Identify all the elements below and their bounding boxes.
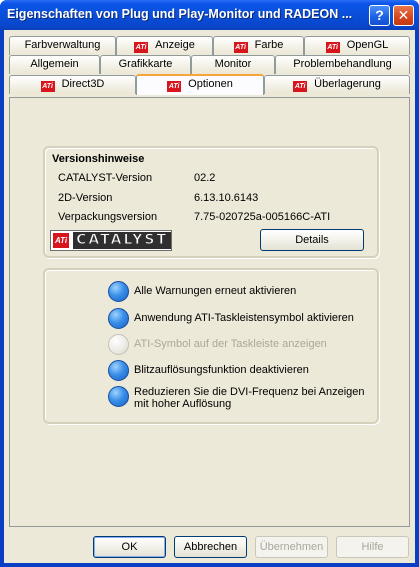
- catalyst-wordmark: CATALYST: [73, 232, 171, 249]
- tab-label: Farbverwaltung: [24, 39, 101, 51]
- tab-anzeige[interactable]: ATi Anzeige: [116, 36, 213, 55]
- dialog-client-area: Farbverwaltung ATi Anzeige ATi Farbe ATi Op…: [4, 30, 415, 563]
- blue-orb-icon[interactable]: [108, 281, 129, 302]
- cancel-button[interactable]: Abbrechen: [174, 536, 247, 558]
- tab-allgemein[interactable]: Allgemein: [9, 55, 100, 74]
- options-tab-panel: Versionshinweise CATALYST-Version 02.2 2…: [9, 97, 410, 527]
- tab-label: Optionen: [188, 78, 233, 90]
- option-label: Blitzauflösungsfunktion deaktivieren: [134, 364, 309, 376]
- tab-farbverwaltung[interactable]: Farbverwaltung: [9, 36, 116, 55]
- tab-label: Farbe: [254, 39, 284, 51]
- close-icon[interactable]: ✕: [393, 5, 414, 26]
- tab-monitor[interactable]: Monitor: [191, 55, 275, 74]
- ati-logo-icon: ATi: [53, 233, 70, 248]
- tab-ueberlagerung[interactable]: ATi Überlagerung: [264, 75, 410, 94]
- blue-orb-icon[interactable]: [108, 386, 129, 407]
- grey-orb-icon: [108, 334, 129, 355]
- title-bar[interactable]: Eigenschaften von Plug und Play-Monitor …: [0, 0, 419, 30]
- ati-logo-icon: ATi: [134, 42, 149, 53]
- help-button: Hilfe: [336, 536, 409, 558]
- version-info-group: Versionshinweise CATALYST-Version 02.2 2…: [43, 146, 379, 258]
- tab-label: Problembehandlung: [293, 58, 392, 70]
- package-version-label: Verpackungsversion: [58, 211, 158, 223]
- catalyst-version-label: CATALYST-Version: [58, 172, 153, 184]
- ati-logo-icon: ATi: [167, 81, 182, 92]
- apply-button: Übernehmen: [255, 536, 328, 558]
- tab-label: Überlagerung: [314, 78, 381, 90]
- option-label: Anwendung ATI-Taskleistensymbol aktivier…: [134, 312, 354, 324]
- 2d-version-value: 6.13.10.6143: [194, 192, 259, 204]
- tab-label: Grafikkarte: [118, 58, 173, 70]
- options-group: Alle Warnungen erneut aktivieren Anwendu…: [43, 268, 379, 424]
- option-reenable-warnings[interactable]: Alle Warnungen erneut aktivieren: [108, 281, 296, 302]
- option-label: ATI-Symbol auf der Taskleiste anzeigen: [134, 338, 327, 350]
- tab-label: Anzeige: [155, 39, 195, 51]
- option-disable-quick-resolution[interactable]: Blitzauflösungsfunktion deaktivieren: [108, 360, 309, 381]
- tab-label: Allgemein: [30, 58, 79, 70]
- ati-logo-icon: ATi: [293, 81, 308, 92]
- option-label: Alle Warnungen erneut aktivieren: [134, 285, 297, 297]
- tab-grafikkarte[interactable]: Grafikkarte: [100, 55, 191, 74]
- version-group-title: Versionshinweise: [52, 153, 145, 165]
- details-button[interactable]: Details: [260, 229, 364, 251]
- option-enable-taskbar-app[interactable]: Anwendung ATI-Taskleistensymbol aktivier…: [108, 308, 354, 329]
- help-icon[interactable]: ?: [369, 5, 390, 26]
- window-title: Eigenschaften von Plug und Play-Monitor …: [7, 7, 353, 21]
- catalyst-logo: ATi CATALYST: [50, 230, 172, 251]
- catalyst-version-value: 02.2: [194, 172, 216, 184]
- ati-logo-icon: ATi: [40, 81, 55, 92]
- ok-button[interactable]: OK: [93, 536, 166, 558]
- option-show-taskbar-icon: ATI-Symbol auf der Taskleiste anzeigen: [108, 334, 327, 355]
- package-version-value: 7.75-020725a-005166C-ATI: [194, 211, 331, 223]
- tab-opengl[interactable]: ATi OpenGL: [304, 36, 410, 55]
- tab-problembehandlung[interactable]: Problembehandlung: [275, 55, 410, 74]
- tab-farbe[interactable]: ATi Farbe: [213, 36, 304, 55]
- tab-optionen[interactable]: ATi Optionen: [136, 74, 264, 95]
- option-reduce-dvi-frequency[interactable]: Reduzieren Sie die DVI-Frequenz bei Anze…: [108, 386, 368, 410]
- blue-orb-icon[interactable]: [108, 308, 129, 329]
- blue-orb-icon[interactable]: [108, 360, 129, 381]
- option-label: Reduzieren Sie die DVI-Frequenz bei Anze…: [134, 386, 365, 410]
- tab-label: Monitor: [214, 58, 252, 70]
- ati-logo-icon: ATi: [233, 42, 248, 53]
- tab-label: OpenGL: [346, 39, 389, 51]
- 2d-version-label: 2D-Version: [58, 192, 113, 204]
- tab-label: Direct3D: [61, 78, 105, 90]
- tab-direct3d[interactable]: ATi Direct3D: [9, 75, 136, 94]
- ati-logo-icon: ATi: [325, 42, 340, 53]
- properties-dialog: Eigenschaften von Plug und Play-Monitor …: [0, 0, 419, 567]
